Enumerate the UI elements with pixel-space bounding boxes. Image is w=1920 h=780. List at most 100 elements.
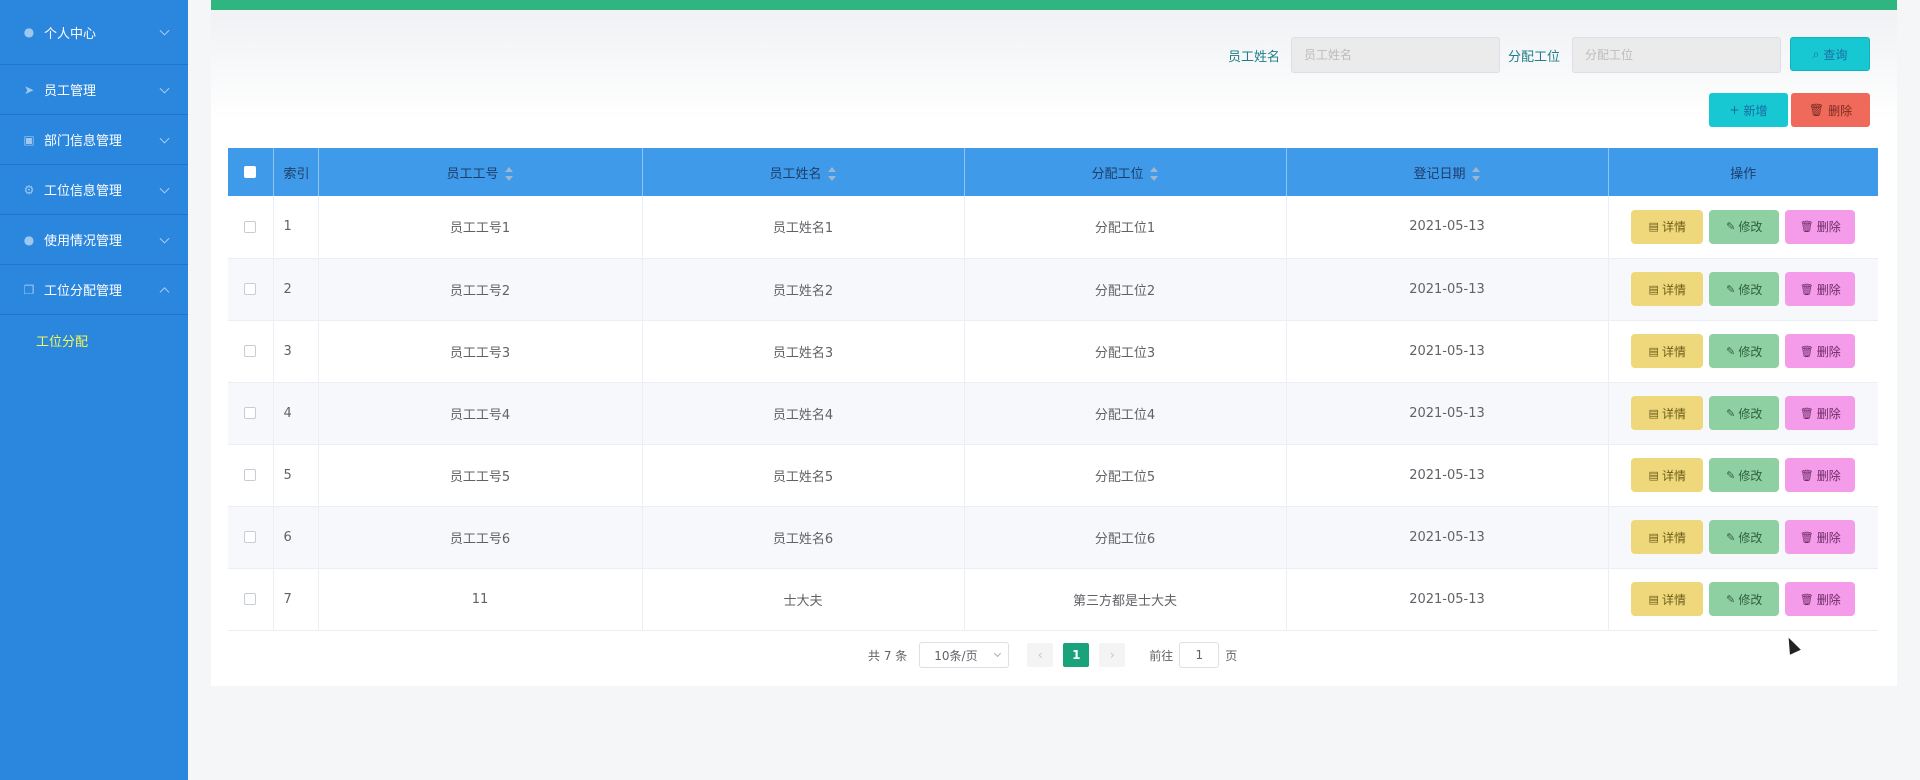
- page-number-current[interactable]: 1: [1063, 643, 1090, 667]
- detail-button[interactable]: ▤ 详情: [1631, 458, 1704, 492]
- prev-page-button[interactable]: ‹: [1027, 643, 1054, 667]
- row-checkbox[interactable]: [244, 407, 257, 419]
- edit-button[interactable]: ✎ 修改: [1709, 272, 1780, 306]
- edit-button[interactable]: ✎ 修改: [1709, 209, 1780, 244]
- cell-actions: ▤ 详情 ✎ 修改 🗑 删除: [1608, 568, 1878, 631]
- chevron-right-icon: ›: [1109, 648, 1115, 662]
- batch-delete-button[interactable]: 🗑 删除: [1791, 93, 1870, 127]
- delete-button[interactable]: 🗑 删除: [1785, 396, 1856, 430]
- sidebar-item-personal-center[interactable]: ● 个人中心: [0, 0, 188, 65]
- table-row: 6 员工工号6 员工姓名6 分配工位6 2021-05-13 ▤ 详情 ✎ 修改 🗑 删除: [228, 506, 1878, 569]
- employee-name-input[interactable]: [1291, 37, 1500, 73]
- trash-icon: 🗑: [1799, 282, 1814, 296]
- station-label: 分配工位: [1508, 50, 1561, 65]
- edit-button-label: 修改: [1738, 592, 1763, 607]
- detail-button[interactable]: ▤ 详情: [1631, 209, 1704, 244]
- row-checkbox[interactable]: [244, 283, 257, 295]
- cell-actions: ▤ 详情 ✎ 修改 🗑 删除: [1608, 444, 1878, 507]
- detail-button[interactable]: ▤ 详情: [1631, 520, 1704, 554]
- edit-button[interactable]: ✎ 修改: [1709, 582, 1780, 616]
- cell-emp-no: 11: [318, 568, 643, 631]
- cell-index: 1: [273, 196, 319, 259]
- copy-icon: ❐: [23, 282, 35, 297]
- document-icon: ▤: [1648, 406, 1659, 420]
- station-input[interactable]: [1572, 37, 1781, 73]
- chevron-down-icon: [994, 649, 1002, 658]
- row-checkbox[interactable]: [244, 531, 257, 543]
- cell-date: 2021-05-13: [1286, 320, 1609, 383]
- column-header-station[interactable]: 分配工位: [964, 148, 1287, 196]
- row-select-cell[interactable]: [228, 506, 274, 569]
- row-checkbox[interactable]: [244, 345, 257, 357]
- delete-button[interactable]: 🗑 删除: [1785, 334, 1856, 368]
- detail-button-label: 详情: [1661, 344, 1686, 359]
- sidebar-subitem-allocation[interactable]: 工位分配: [0, 315, 188, 365]
- detail-button[interactable]: ▤ 详情: [1631, 272, 1704, 306]
- row-select-cell[interactable]: [228, 444, 274, 507]
- add-button[interactable]: + 新增: [1709, 93, 1788, 127]
- column-header-date[interactable]: 登记日期: [1286, 148, 1609, 196]
- chevron-up-icon: [159, 286, 170, 297]
- cell-index: 7: [273, 568, 319, 631]
- page-size-select[interactable]: 10条/页: [919, 642, 1010, 668]
- next-page-button[interactable]: ›: [1099, 643, 1126, 667]
- sort-icon[interactable]: [504, 167, 514, 181]
- column-header-emp-name[interactable]: 员工姓名: [642, 148, 965, 196]
- pencil-icon: ✎: [1726, 282, 1736, 296]
- sort-icon[interactable]: [1149, 167, 1159, 181]
- query-button[interactable]: ⌕ 查询: [1790, 37, 1870, 71]
- column-header-emp-no[interactable]: 员工工号: [318, 148, 643, 196]
- detail-button[interactable]: ▤ 详情: [1631, 334, 1704, 368]
- row-select-cell[interactable]: [228, 258, 274, 321]
- sidebar-item-department-management[interactable]: ▣ 部门信息管理: [0, 115, 188, 165]
- sort-icon[interactable]: [827, 167, 837, 181]
- cell-station: 第三方都是士大夫: [964, 568, 1287, 631]
- cell-station: 分配工位5: [964, 444, 1287, 507]
- sidebar-item-station-management[interactable]: ⚙ 工位信息管理: [0, 165, 188, 215]
- edit-button-label: 修改: [1738, 344, 1763, 359]
- edit-button[interactable]: ✎ 修改: [1709, 458, 1780, 492]
- cell-station: 分配工位2: [964, 258, 1287, 321]
- select-all-cell[interactable]: [228, 148, 274, 196]
- trash-icon: 🗑: [1799, 468, 1814, 482]
- goto-page-input[interactable]: [1179, 642, 1220, 668]
- delete-button[interactable]: 🗑 删除: [1785, 458, 1856, 492]
- row-checkbox[interactable]: [244, 469, 257, 481]
- select-all-checkbox[interactable]: [244, 166, 257, 178]
- plus-icon: +: [1729, 103, 1740, 117]
- row-checkbox[interactable]: [244, 220, 257, 233]
- cell-emp-name: 员工姓名4: [642, 382, 965, 445]
- row-select-cell[interactable]: [228, 196, 274, 259]
- edit-button[interactable]: ✎ 修改: [1709, 396, 1780, 430]
- trash-icon: 🗑: [1799, 530, 1814, 544]
- cell-emp-name: 士大夫: [642, 568, 965, 631]
- column-header-label: 分配工位: [1091, 166, 1144, 182]
- delete-button[interactable]: 🗑 删除: [1785, 209, 1856, 244]
- column-header-label: 员工工号: [446, 166, 499, 182]
- sidebar-item-label: 员工管理: [44, 84, 97, 99]
- row-select-cell[interactable]: [228, 568, 274, 631]
- delete-button-label: 删除: [1816, 468, 1841, 483]
- delete-button[interactable]: 🗑 删除: [1785, 520, 1856, 554]
- cell-date: 2021-05-13: [1286, 506, 1609, 569]
- chevron-down-icon: [159, 25, 170, 36]
- pencil-icon: ✎: [1726, 468, 1736, 482]
- detail-button[interactable]: ▤ 详情: [1631, 582, 1704, 616]
- sort-icon[interactable]: [1471, 167, 1481, 181]
- edit-button[interactable]: ✎ 修改: [1709, 334, 1780, 368]
- sidebar-item-label: 个人中心: [44, 26, 97, 42]
- row-checkbox[interactable]: [244, 593, 257, 605]
- sidebar-item-usage-management[interactable]: ● 使用情况管理: [0, 215, 188, 265]
- sidebar-item-allocation-management[interactable]: ❐ 工位分配管理: [0, 265, 188, 315]
- gear-icon: ⚙: [23, 182, 35, 197]
- chevron-down-icon: [159, 83, 170, 94]
- edit-button[interactable]: ✎ 修改: [1709, 520, 1780, 554]
- sidebar-item-employee-management[interactable]: ➤ 员工管理: [0, 65, 188, 115]
- detail-button[interactable]: ▤ 详情: [1631, 396, 1704, 430]
- row-select-cell[interactable]: [228, 320, 274, 383]
- row-select-cell[interactable]: [228, 382, 274, 445]
- cell-index: 3: [273, 320, 319, 383]
- delete-button[interactable]: 🗑 删除: [1785, 582, 1856, 616]
- table-row: 4 员工工号4 员工姓名4 分配工位4 2021-05-13 ▤ 详情 ✎ 修改 🗑 删除: [228, 382, 1878, 445]
- delete-button[interactable]: 🗑 删除: [1785, 272, 1856, 306]
